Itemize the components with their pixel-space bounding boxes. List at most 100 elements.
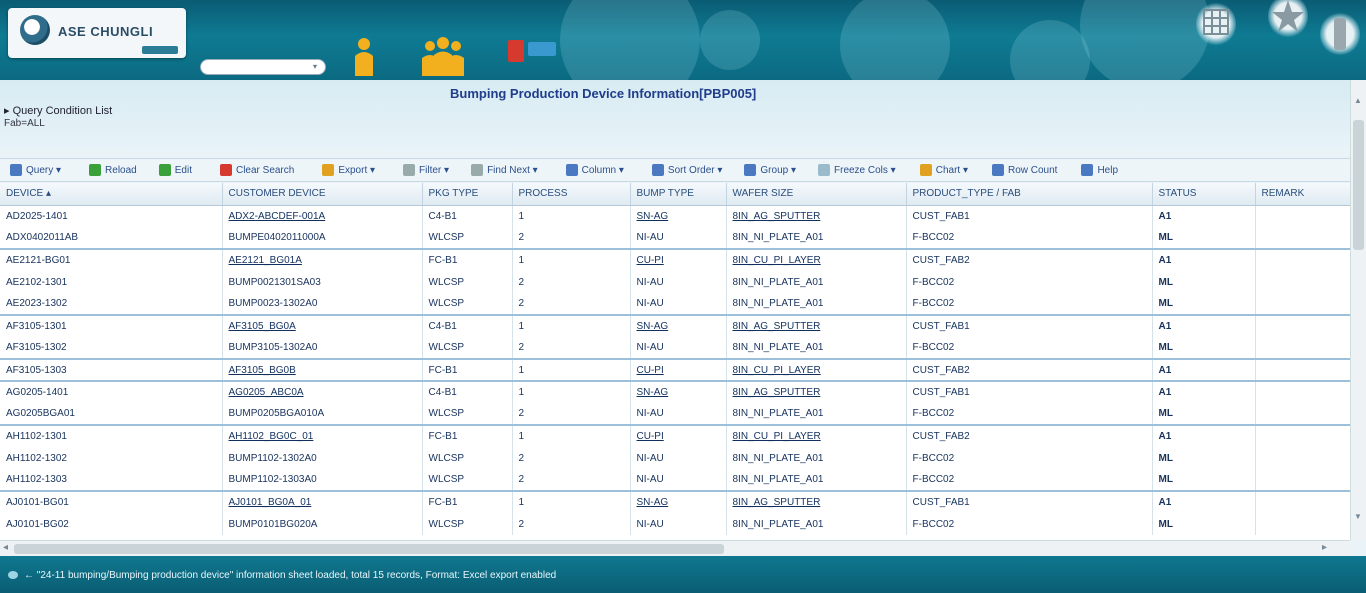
table-cell: F-BCC02	[906, 447, 1153, 469]
column-header[interactable]: PKG TYPE	[422, 183, 513, 206]
table-cell	[1255, 381, 1350, 403]
table-cell[interactable]: 8IN_CU_PI_LAYER	[726, 249, 907, 271]
table-cell: AH1102-1302	[0, 447, 223, 469]
table-cell: AJ0101-BG01	[0, 491, 223, 513]
table-cell: BUMP1102-1303A0	[222, 469, 423, 492]
table-row[interactable]: AE2102-1301 BUMP0021301SA03 WLCSP 2 NI-AU 8IN…	[0, 271, 1350, 293]
info-icon[interactable]	[1320, 12, 1360, 56]
toolbar-button[interactable]: Export ▾	[318, 160, 379, 180]
toolbar-button[interactable]: Clear Search	[216, 160, 298, 180]
table-row[interactable]: AF3105-1302 BUMP3105-1302A0 WLCSP 2 NI-AU 8IN…	[0, 337, 1350, 360]
vertical-scroll-thumb[interactable]	[1353, 120, 1364, 250]
table-cell[interactable]: AF3105_BG0B	[222, 359, 423, 382]
toolbar-button[interactable]: Find Next ▾	[467, 160, 542, 180]
table-cell: ML	[1152, 403, 1256, 426]
table-cell[interactable]: AF3105_BG0A	[222, 315, 423, 337]
table-cell	[1255, 205, 1350, 227]
column-header[interactable]: REMARK	[1255, 183, 1350, 206]
toolbar-button[interactable]: Edit	[155, 160, 196, 180]
column-header[interactable]: STATUS	[1152, 183, 1256, 206]
table-row[interactable]: AH1102-1301 AH1102_BG0C_01 FC-B1 1 CU-PI 8IN_…	[0, 425, 1350, 447]
table-row[interactable]: AG0205BGA01 BUMP0205BGA010A WLCSP 2 NI-AU 8IN…	[0, 403, 1350, 426]
table-row[interactable]: AH1102-1303 BUMP1102-1303A0 WLCSP 2 NI-AU 8IN…	[0, 469, 1350, 492]
logo-subbar	[142, 46, 178, 54]
table-row[interactable]: AH1102-1302 BUMP1102-1302A0 WLCSP 2 NI-AU 8IN…	[0, 447, 1350, 469]
column-header[interactable]: DEVICE ▴	[0, 183, 223, 206]
table-row[interactable]: AJ0101-BG01 AJ0101_BG0A_01 FC-B1 1 SN-AG 8IN_…	[0, 491, 1350, 513]
table-cell: WLCSP	[422, 469, 513, 492]
table-cell[interactable]: CU-PI	[630, 249, 727, 271]
table-row[interactable]: AE2121-BG01 AE2121_BG01A FC-B1 1 CU-PI 8IN_CU…	[0, 249, 1350, 271]
column-header[interactable]: WAFER SIZE	[726, 183, 907, 206]
column-header[interactable]: CUSTOMER DEVICE	[222, 183, 423, 206]
table-cell: NI-AU	[630, 337, 727, 360]
vertical-scrollbar[interactable]: ▲ ▼	[1350, 80, 1366, 540]
horizontal-scroll-thumb[interactable]	[14, 544, 724, 554]
toolbar-button[interactable]: Sort Order ▾	[648, 160, 726, 180]
table-cell[interactable]: SN-AG	[630, 381, 727, 403]
table-cell: CUST_FAB1	[906, 491, 1153, 513]
toolbar-button[interactable]: Query ▾	[6, 160, 65, 180]
table-row[interactable]: AJ0101-BG02 BUMP0101BG020A WLCSP 2 NI-AU 8IN_…	[0, 513, 1350, 535]
filter-icon	[403, 164, 416, 176]
toolbar-button[interactable]: Row Count	[988, 160, 1061, 180]
table-row[interactable]: AG0205-1401 AG0205_ABC0A C4-B1 1 SN-AG 8IN_AG…	[0, 381, 1350, 403]
table-cell[interactable]: AG0205_ABC0A	[222, 381, 423, 403]
table-row[interactable]: AD2025-1401 ADX2-ABCDEF-001A C4-B1 1 SN-AG 8I…	[0, 205, 1350, 227]
toolbar-button[interactable]: Group ▾	[740, 160, 800, 180]
scroll-right-icon[interactable]: ▸	[1322, 542, 1327, 553]
table-cell[interactable]: 8IN_AG_SPUTTER	[726, 315, 907, 337]
column-header[interactable]: BUMP TYPE	[630, 183, 727, 206]
column-header[interactable]: PROCESS	[512, 183, 631, 206]
table-cell	[1255, 271, 1350, 293]
table-cell[interactable]: SN-AG	[630, 491, 727, 513]
table-cell[interactable]: CU-PI	[630, 359, 727, 382]
exit-icon[interactable]	[508, 40, 524, 62]
scroll-left-icon[interactable]: ◂	[3, 542, 8, 553]
table-row[interactable]: AE2023-1302 BUMP0023-1302A0 WLCSP 2 NI-AU 8IN…	[0, 293, 1350, 316]
table-cell[interactable]: AJ0101_BG0A_01	[222, 491, 423, 513]
table-cell[interactable]: AE2121_BG01A	[222, 249, 423, 271]
scroll-up-icon[interactable]: ▲	[1354, 96, 1362, 105]
table-cell[interactable]: CU-PI	[630, 425, 727, 447]
group-icon[interactable]	[420, 36, 466, 76]
table-cell: 1	[512, 249, 631, 271]
toolbar-button-label: Row Count	[1007, 164, 1058, 176]
table-cell[interactable]: 8IN_CU_PI_LAYER	[726, 425, 907, 447]
group-by-icon	[744, 164, 757, 176]
table-cell[interactable]: ADX2-ABCDEF-001A	[222, 205, 423, 227]
table-cell[interactable]: 8IN_AG_SPUTTER	[726, 381, 907, 403]
toolbar-button[interactable]: Chart ▾	[916, 160, 972, 180]
column-header[interactable]: PRODUCT_TYPE / FAB	[906, 183, 1153, 206]
table-cell[interactable]: AH1102_BG0C_01	[222, 425, 423, 447]
data-grid: DEVICE ▴ CUSTOMER DEVICE PKG TYPE PROCESS BU…	[0, 183, 1350, 540]
table-row[interactable]: AF3105-1303 AF3105_BG0B FC-B1 1 CU-PI 8IN_CU_…	[0, 359, 1350, 382]
user-select[interactable]: ▾	[200, 59, 326, 75]
freeze-icon	[818, 164, 830, 176]
horizontal-scrollbar[interactable]: ◂ ▸	[0, 540, 1350, 556]
table-cell[interactable]: SN-AG	[630, 315, 727, 337]
table-cell[interactable]: 8IN_AG_SPUTTER	[726, 491, 907, 513]
toolbar-button[interactable]: Reload	[85, 160, 141, 180]
table-cell: 8IN_NI_PLATE_A01	[726, 403, 907, 426]
query-condition-toggle[interactable]: ▸ Query Condition List	[4, 104, 112, 117]
toolbar-button[interactable]: Freeze Cols ▾	[814, 160, 900, 180]
toolbar-button[interactable]: Filter ▾	[399, 160, 453, 180]
toolbar-button[interactable]: Help	[1077, 160, 1122, 180]
table-cell: FC-B1	[422, 425, 513, 447]
table-cell[interactable]: 8IN_CU_PI_LAYER	[726, 359, 907, 382]
toolbar-button-label: Help	[1097, 164, 1119, 176]
table-cell: F-BCC02	[906, 337, 1153, 360]
company-logo[interactable]: ASE CHUNGLI	[8, 8, 186, 58]
table-cell	[1255, 227, 1350, 250]
table-row[interactable]: ADX0402011AB BUMPE0402011000A WLCSP 2 NI-AU 8…	[0, 227, 1350, 250]
table-cell[interactable]: SN-AG	[630, 205, 727, 227]
scroll-down-icon[interactable]: ▼	[1354, 512, 1362, 521]
grid-icon[interactable]	[1196, 2, 1236, 46]
table-cell[interactable]: 8IN_AG_SPUTTER	[726, 205, 907, 227]
table-row[interactable]: AF3105-1301 AF3105_BG0A C4-B1 1 SN-AG 8IN_AG_…	[0, 315, 1350, 337]
toolbar-button[interactable]: Column ▾	[562, 160, 628, 180]
table-cell: NI-AU	[630, 293, 727, 316]
user-icon[interactable]	[352, 36, 376, 76]
star-icon[interactable]	[1268, 0, 1308, 38]
